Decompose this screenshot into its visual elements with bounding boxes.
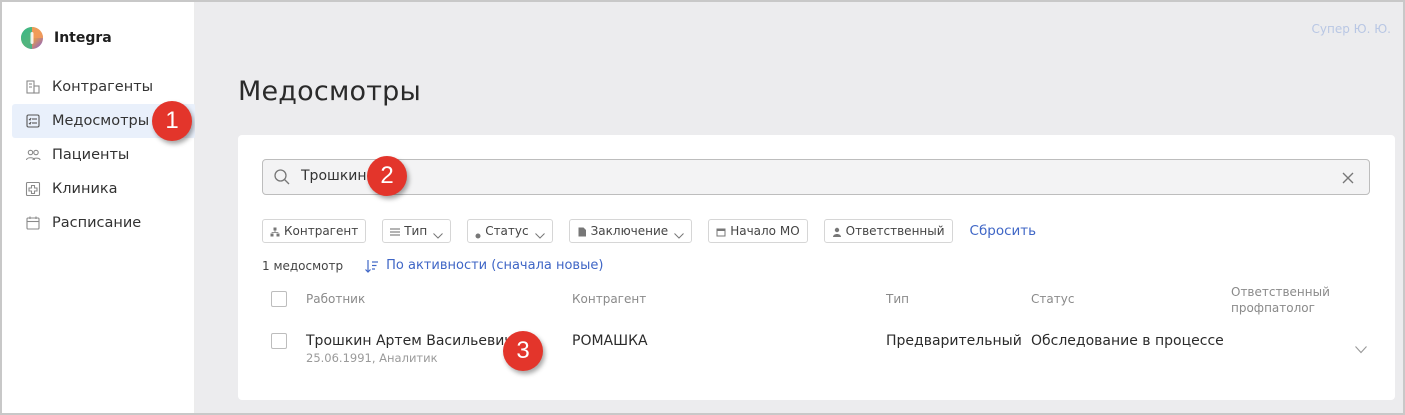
sidebar-item-label: Медосмотры: [52, 113, 150, 129]
sidebar-item-patients[interactable]: Пациенты: [12, 138, 196, 172]
sidebar: Integra Контрагенты Медосмотры Пациенты …: [2, 2, 196, 413]
sort-control[interactable]: По активности (сначала новые): [365, 258, 603, 273]
filter-label: Начало МО: [730, 224, 800, 238]
search-input[interactable]: Трошкин: [301, 168, 367, 184]
chevron-down-icon: [674, 228, 685, 239]
worker-name[interactable]: Трошкин Артем Васильевич: [306, 333, 513, 349]
hierarchy-icon: [270, 226, 280, 237]
search-field[interactable]: Трошкин: [262, 159, 1370, 195]
list-icon: [390, 226, 401, 236]
column-header-worker[interactable]: Работник: [306, 292, 365, 306]
column-header-type[interactable]: Тип: [886, 292, 909, 306]
close-icon[interactable]: [1341, 170, 1355, 184]
filter-label: Заключение: [590, 224, 669, 238]
main-area: Супер Ю. Ю. Медосмотры Трошкин 2 Контраг…: [195, 2, 1403, 413]
sidebar-item-label: Контрагенты: [52, 79, 154, 95]
sidebar-item-schedule[interactable]: Расписание: [12, 206, 196, 240]
column-header-status[interactable]: Статус: [1031, 292, 1074, 306]
filter-label: Ответственный: [845, 224, 945, 238]
reset-filters-link[interactable]: Сбросить: [970, 223, 1037, 239]
column-header-responsible[interactable]: Ответственный профпатолог: [1231, 284, 1351, 316]
filter-label: Статус: [485, 224, 529, 238]
counterparty-cell: РОМАШКА: [572, 333, 648, 349]
app-name: Integra: [54, 30, 112, 46]
hospital-icon: [25, 181, 41, 197]
filter-start-date[interactable]: Начало МО: [708, 219, 808, 243]
calendar-icon: [25, 215, 41, 231]
row-checkbox[interactable]: [271, 333, 287, 349]
annotation-badge-1: 1: [152, 101, 192, 141]
chevron-down-icon: [534, 228, 545, 239]
sort-icon: [365, 259, 379, 273]
sidebar-nav: Контрагенты Медосмотры Пациенты Клиника …: [12, 70, 196, 240]
sidebar-item-label: Клиника: [52, 181, 118, 197]
logo[interactable]: Integra: [20, 26, 112, 50]
filter-counterparty[interactable]: Контрагент: [262, 219, 367, 243]
result-count: 1 медосмотр: [262, 258, 344, 273]
chevron-down-icon: [433, 228, 444, 239]
exams-card: Трошкин 2 Контрагент Тип Статус Заключен…: [238, 135, 1395, 400]
filter-bar: Контрагент Тип Статус Заключение Начало …: [262, 219, 1036, 243]
user-menu[interactable]: Супер Ю. Ю.: [1312, 22, 1392, 36]
filter-type[interactable]: Тип: [382, 219, 452, 243]
document-icon: [577, 226, 587, 237]
filter-status[interactable]: Статус: [467, 219, 553, 243]
people-icon: [25, 147, 41, 163]
sidebar-item-label: Расписание: [52, 215, 142, 231]
page-title: Медосмотры: [238, 76, 422, 107]
status-cell: Обследование в процессе: [1031, 333, 1224, 349]
sidebar-item-label: Пациенты: [52, 147, 130, 163]
integra-logo-icon: [20, 26, 44, 50]
sort-label: По активности (сначала новые): [386, 258, 604, 273]
annotation-badge-2: 2: [367, 156, 407, 196]
calendar-icon: [716, 226, 726, 237]
sidebar-item-counterparties[interactable]: Контрагенты: [12, 70, 196, 104]
app-window: Integra Контрагенты Медосмотры Пациенты …: [0, 0, 1405, 415]
building-icon: [25, 79, 41, 95]
search-icon: [273, 168, 291, 186]
filter-responsible[interactable]: Ответственный: [823, 219, 953, 243]
sidebar-item-clinic[interactable]: Клиника: [12, 172, 196, 206]
column-header-counterparty[interactable]: Контрагент: [572, 292, 646, 306]
filter-label: Тип: [404, 224, 428, 238]
list-meta: 1 медосмотр По активности (сначала новые…: [262, 258, 603, 273]
select-all-checkbox[interactable]: [271, 291, 287, 307]
filter-conclusion[interactable]: Заключение: [568, 219, 693, 243]
person-icon: [832, 226, 842, 237]
filter-label: Контрагент: [284, 224, 359, 238]
annotation-badge-3: 3: [503, 331, 543, 371]
chevron-down-icon[interactable]: [1355, 339, 1367, 354]
worker-details: 25.06.1991, Аналитик: [306, 351, 438, 365]
type-cell: Предварительный: [886, 333, 1022, 349]
checklist-icon: [25, 113, 41, 129]
dot-icon: [475, 228, 481, 239]
